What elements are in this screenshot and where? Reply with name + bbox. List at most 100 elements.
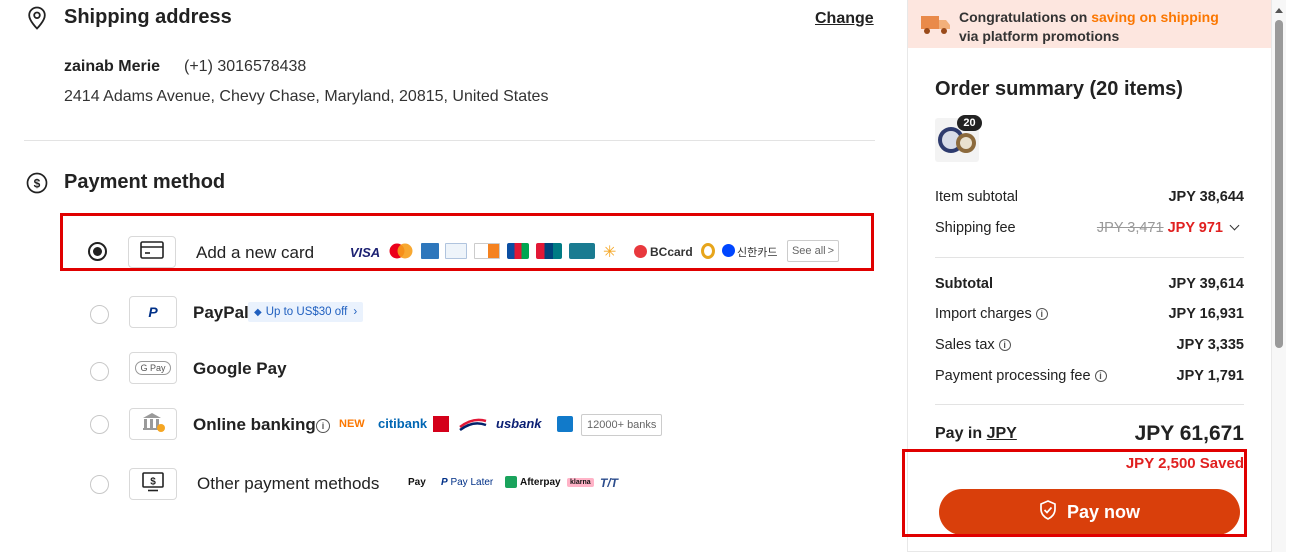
card-icon-box <box>128 236 176 268</box>
sales-tax-value: JPY 3,335 <box>1176 337 1244 353</box>
location-pin-icon <box>27 6 47 30</box>
monitor-dollar-icon: $ <box>142 471 164 497</box>
other-payment-icon-box: $ <box>129 468 177 500</box>
watch-image-icon <box>935 127 979 162</box>
highlight-box-new-card <box>60 213 874 271</box>
info-icon[interactable]: i <box>998 339 1011 352</box>
payment-option-label: Online banking <box>193 415 316 434</box>
info-icon[interactable]: i <box>1035 308 1048 321</box>
processing-fee-value: JPY 1,791 <box>1176 368 1244 384</box>
chevron-down-icon[interactable] <box>1229 220 1240 231</box>
pay-now-label: Pay now <box>1066 501 1141 522</box>
pay-now-button[interactable]: Pay now <box>939 489 1240 535</box>
banner-text-prefix: Congratulations on <box>959 9 1088 25</box>
see-all-label: See all <box>791 245 826 257</box>
processing-fee-label: Payment processing fee <box>935 368 1091 384</box>
paypal-icon-box: P <box>129 296 177 328</box>
scroll-up-arrow-icon[interactable] <box>1275 8 1283 13</box>
bccard-logo: BCcard <box>650 245 693 259</box>
apple-pay-text: Pay <box>408 477 426 488</box>
radio-google-pay[interactable] <box>90 362 109 381</box>
radio-online-banking[interactable] <box>90 415 109 434</box>
item-subtotal-label: Item subtotal <box>935 189 1019 205</box>
paypal-promo-text: Up to US$30 off <box>265 306 348 318</box>
payment-option-label: Google Pay <box>193 359 287 378</box>
paypal-promo-badge[interactable]: ◆ Up to US$30 off › <box>248 302 364 322</box>
dollar-circle-icon: $ <box>26 172 48 194</box>
radio-new-card[interactable] <box>88 242 107 261</box>
summary-divider <box>935 257 1244 258</box>
citibank-logo: citibank <box>378 416 428 431</box>
unionpay-logo <box>536 243 562 259</box>
google-pay-icon: G Pay <box>135 361 171 375</box>
radio-paypal[interactable] <box>90 305 109 324</box>
subtotal-value: JPY 39,614 <box>1168 276 1244 292</box>
discover-logo <box>474 243 500 259</box>
bank-of-america-logo <box>458 417 488 436</box>
subtotal-row: Subtotal JPY 39,614 <box>935 276 1244 292</box>
payment-option-label: Other payment methods <box>197 474 380 493</box>
visa-logo: VISA <box>349 244 381 260</box>
item-subtotal-value: JPY 38,644 <box>1168 189 1244 205</box>
amex-logo <box>421 243 439 259</box>
google-pay-icon-box: G Pay <box>129 352 177 384</box>
bccard-logo-icon <box>634 245 647 258</box>
paypal-icon: P <box>148 304 158 320</box>
pay-later-text: Pay Later <box>450 477 494 488</box>
radio-other[interactable] <box>90 475 109 494</box>
subtotal-label: Subtotal <box>935 276 993 292</box>
pay-later-logo: P Pay Later <box>441 477 493 488</box>
card-logo-teal <box>569 243 595 259</box>
saved-amount: JPY 2,500 Saved <box>1125 455 1244 472</box>
credit-card-icon <box>140 240 164 264</box>
diners-logo <box>445 243 467 259</box>
afterpay-logo: Afterpay <box>505 476 561 488</box>
see-all-button[interactable]: See all > <box>787 240 839 262</box>
section-divider <box>24 140 875 141</box>
bank-icon-box <box>129 408 177 440</box>
import-charges-value: JPY 16,931 <box>1168 306 1244 322</box>
shipping-fee-original: JPY 3,471 <box>1096 220 1164 236</box>
chevron-right-icon: > <box>827 245 835 257</box>
shipping-fee-value: JPY 971 <box>1167 220 1223 236</box>
payment-method-title: Payment method <box>64 171 226 193</box>
shipping-fee-label: Shipping fee <box>935 220 1016 236</box>
jcb-logo <box>507 243 529 259</box>
currency-selector[interactable]: JPY <box>987 425 1017 442</box>
shipping-savings-banner: Congratulations on saving on shipping vi… <box>908 0 1271 48</box>
banks-count-badge: 12000+ banks <box>581 414 663 436</box>
bank-logo-red <box>433 416 449 432</box>
processing-fee-row: Payment processing fee i JPY 1,791 <box>935 368 1244 384</box>
afterpay-text: Afterpay <box>520 476 561 488</box>
truck-icon <box>920 12 952 41</box>
scrollbar-track[interactable] <box>1272 0 1286 552</box>
new-badge: NEW <box>339 418 365 430</box>
payment-option-label: Add a new card <box>196 243 315 262</box>
sales-tax-row: Sales tax i JPY 3,335 <box>935 337 1244 353</box>
import-charges-label: Import charges <box>935 306 1032 322</box>
klarna-logo: Klarna <box>567 478 594 487</box>
bank-icon <box>140 411 166 438</box>
apple-pay-logo: Pay <box>408 477 426 488</box>
banner-text-suffix: via platform promotions <box>959 28 1120 44</box>
tag-icon: ◆ <box>254 306 262 318</box>
recipient-name: zainab Merie <box>64 58 161 75</box>
mastercard-logo <box>388 242 414 265</box>
svg-text:$: $ <box>34 177 41 191</box>
info-icon[interactable]: i <box>316 417 330 435</box>
shipping-address-title: Shipping address <box>64 6 232 28</box>
pay-in-prefix: Pay in <box>935 425 983 442</box>
shinhan-logo-icon <box>722 244 735 257</box>
shinhan-logo: 신한카드 <box>737 247 778 259</box>
scrollbar-thumb[interactable] <box>1275 20 1283 348</box>
payment-option-label: PayPal <box>193 303 249 322</box>
svg-text:$: $ <box>150 476 156 487</box>
banner-text-highlight: saving on shipping <box>1091 9 1219 25</box>
tt-logo: T/T <box>600 476 618 490</box>
change-address-link[interactable]: Change <box>815 10 874 28</box>
info-icon[interactable]: i <box>1094 370 1107 383</box>
item-subtotal-row: Item subtotal JPY 38,644 <box>935 189 1244 205</box>
order-summary-title: Order summary (20 items) <box>935 78 1183 100</box>
shipping-fee-row[interactable]: Shipping fee JPY 3,471 JPY 971 <box>935 220 1244 236</box>
pay-in-row: Pay in JPY <box>935 425 1017 443</box>
